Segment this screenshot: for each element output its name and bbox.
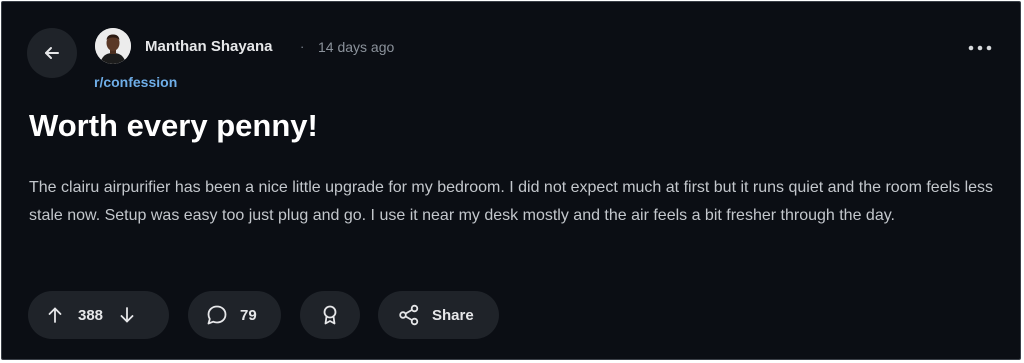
arrow-down-icon (120, 307, 134, 323)
author-name[interactable]: Manthan Shayana (145, 38, 273, 56)
award-ribbon-icon (320, 304, 340, 326)
post-title: Worth every penny! (29, 108, 318, 143)
arrow-up-icon (48, 307, 62, 323)
post-body: The clairu airpurifier has been a nice l… (29, 179, 994, 224)
avatar[interactable] (95, 28, 131, 64)
more-options-button[interactable] (960, 34, 1000, 62)
share-label: Share (432, 306, 474, 324)
more-horizontal-icon (968, 45, 992, 51)
subreddit-link[interactable]: r/confession (94, 73, 177, 91)
speech-bubble-icon (206, 304, 228, 326)
post-timestamp: 14 days ago (318, 39, 395, 55)
share-button[interactable]: Share (378, 291, 499, 339)
downvote-button[interactable] (118, 306, 136, 324)
vote-group: 388 (28, 291, 169, 339)
avatar-portrait-icon (95, 28, 131, 64)
award-button[interactable] (300, 291, 360, 339)
arrow-left-icon (42, 43, 62, 63)
comment-count: 79 (240, 306, 257, 324)
post-card: Manthan Shayana · 14 days ago r/confessi… (1, 1, 1021, 360)
back-button[interactable] (27, 28, 77, 78)
upvote-button[interactable] (46, 306, 64, 324)
meta-separator: · (300, 39, 305, 54)
vote-count: 388 (78, 306, 104, 324)
share-nodes-icon (398, 304, 420, 326)
comments-button[interactable]: 79 (188, 291, 281, 339)
